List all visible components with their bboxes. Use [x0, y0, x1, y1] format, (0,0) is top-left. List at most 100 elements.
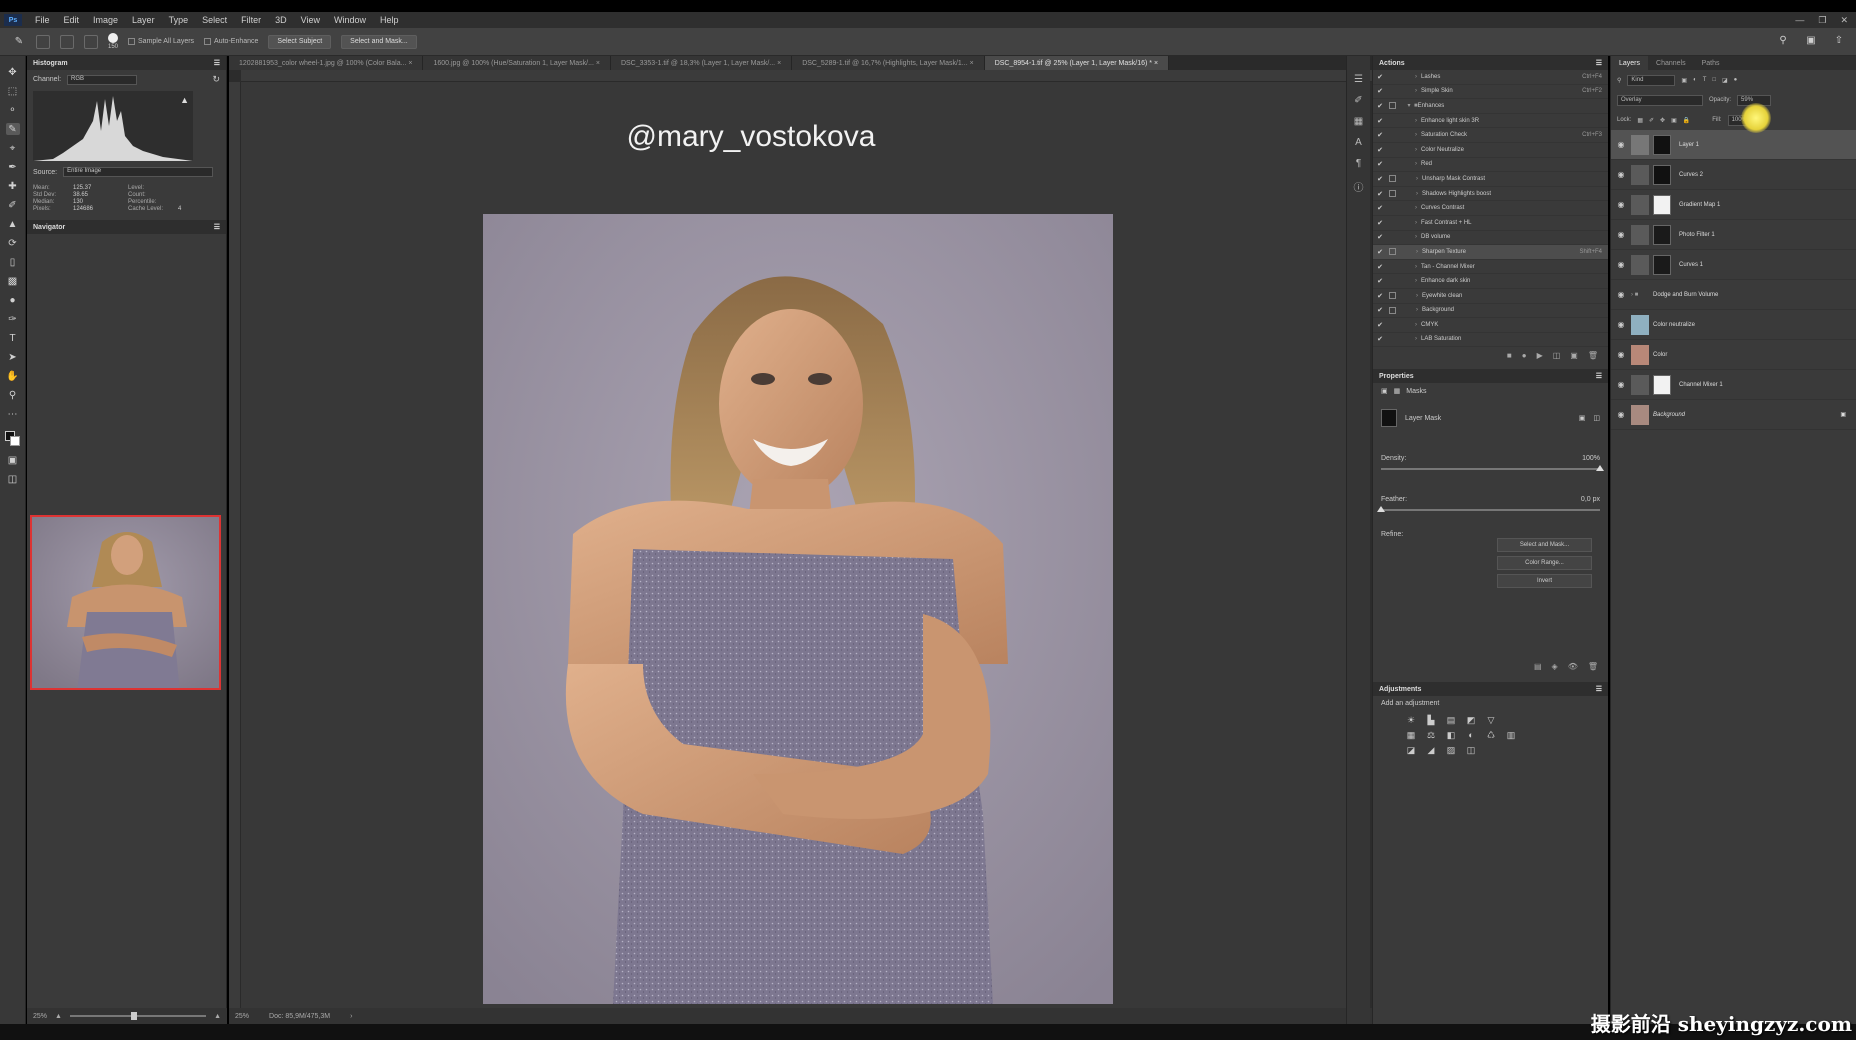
source-select[interactable]: Entire Image [63, 167, 214, 177]
layer-mask-thumbnail[interactable] [1653, 224, 1671, 245]
dialog-toggle-icon[interactable] [1389, 248, 1396, 256]
dialog-toggle-icon[interactable] [1387, 263, 1397, 271]
checkmark-icon[interactable]: ✔ [1373, 87, 1387, 95]
color-lookup-icon[interactable]: ▥ [1503, 730, 1519, 741]
navigator-title[interactable]: Navigator [33, 224, 65, 231]
action-item[interactable]: ✔ › Enhance light skin 3R [1373, 114, 1608, 129]
eyedropper-tool-icon[interactable]: ✒ [6, 161, 20, 173]
visibility-eye-icon[interactable]: ◉ [1611, 350, 1631, 359]
dialog-toggle-icon[interactable] [1389, 190, 1396, 198]
hue-saturation-icon[interactable]: ▦ [1403, 730, 1419, 741]
brush-tool-icon[interactable]: ✐ [6, 199, 20, 211]
subtract-selection-icon[interactable] [84, 34, 98, 49]
exposure-icon[interactable]: ◩ [1463, 715, 1479, 726]
zoom-in-icon[interactable]: ▲ [214, 1013, 221, 1020]
document-tab[interactable]: DSC_5289-1.tif @ 16,7% (Highlights, Laye… [792, 56, 985, 70]
action-item[interactable]: ✔ › Lashes Ctrl+F4 [1373, 70, 1608, 85]
paragraph-panel-icon[interactable]: ¶ [1356, 158, 1361, 169]
apply-mask-icon[interactable]: ▣ [1579, 414, 1586, 422]
histogram-title[interactable]: Histogram [33, 60, 68, 67]
slider-knob[interactable] [131, 1012, 138, 1020]
checkmark-icon[interactable]: ✔ [1373, 248, 1387, 256]
chevron-right-icon[interactable]: › [1411, 132, 1421, 138]
document-tab-active[interactable]: DSC_8954-1.tif @ 25% (Layer 1, Layer Mas… [984, 56, 1170, 70]
new-set-icon[interactable]: ◫ [1553, 351, 1561, 360]
visibility-eye-icon[interactable]: ◉ [1611, 290, 1631, 299]
action-item[interactable]: ✔ › Saturation Check Ctrl+F3 [1373, 128, 1608, 143]
canvas-pasteboard[interactable]: @mary_vostokova [241, 82, 1361, 1008]
pen-tool-icon[interactable]: ✑ [6, 313, 20, 325]
brush-picker[interactable]: 150 [108, 33, 118, 50]
select-subject-button[interactable]: Select Subject [268, 34, 332, 49]
select-and-mask-button[interactable]: Select and Mask... [1497, 538, 1592, 553]
checkmark-icon[interactable]: ✔ [1373, 102, 1387, 110]
filter-adjustment-icon[interactable]: ◐ [1693, 77, 1697, 83]
restore-icon[interactable]: ❐ [1818, 15, 1826, 26]
filter-shape-icon[interactable]: □ [1712, 77, 1716, 83]
vibrance-icon[interactable]: ▽ [1483, 715, 1499, 726]
tab-paths[interactable]: Paths [1694, 56, 1728, 70]
chevron-right-icon[interactable]: › [1411, 278, 1421, 284]
visibility-eye-icon[interactable]: ◉ [1611, 230, 1631, 239]
color-swatches[interactable] [4, 431, 21, 447]
adjustments-panel-icon[interactable]: ▦ [1354, 116, 1363, 127]
properties-title[interactable]: Properties [1379, 373, 1414, 380]
checkmark-icon[interactable]: ✔ [1373, 175, 1387, 183]
chevron-right-icon[interactable]: › [1411, 336, 1421, 342]
apply-mask-icon[interactable]: ◈ [1552, 662, 1558, 671]
visibility-icon[interactable]: 👁 [1568, 662, 1578, 671]
chevron-right-icon[interactable]: › [1411, 147, 1421, 153]
type-tool-icon[interactable]: T [6, 332, 20, 344]
history-brush-tool-icon[interactable]: ⟳ [6, 237, 20, 249]
load-selection-icon[interactable]: ▤ [1534, 662, 1542, 671]
channel-select[interactable]: RGB [67, 74, 138, 85]
trash-icon[interactable]: 🗑 [1588, 351, 1598, 360]
layer-row[interactable]: ◉ Background ▣ [1611, 400, 1856, 430]
layer-row[interactable]: ◉ Gradient Map 1 [1611, 190, 1856, 220]
action-item[interactable]: ✔ › Enhance dark skin [1373, 274, 1608, 289]
pixel-mask-icon[interactable]: ▣ [1381, 387, 1388, 395]
checkmark-icon[interactable]: ✔ [1373, 131, 1387, 139]
menu-select[interactable]: Select [195, 15, 234, 25]
dialog-toggle-icon[interactable] [1387, 87, 1397, 95]
channel-mixer-icon[interactable]: ♺ [1483, 730, 1499, 741]
dialog-toggle-icon[interactable] [1387, 204, 1397, 212]
share-icon[interactable]: ⇧ [1832, 34, 1846, 46]
dialog-toggle-icon[interactable] [1389, 175, 1396, 183]
chevron-right-icon[interactable]: › [1411, 74, 1421, 80]
layer-row[interactable]: ◉ Color neutralize [1611, 310, 1856, 340]
action-item[interactable]: ✔ › Curves Contrast [1373, 201, 1608, 216]
layer-row[interactable]: ◉ › ■ Dodge and Burn Volume [1611, 280, 1856, 310]
action-item[interactable]: ✔ › LAB Saturation [1373, 333, 1608, 348]
layer-thumbnail[interactable] [1631, 134, 1649, 155]
invert-adjustment-icon[interactable]: ◪ [1403, 745, 1419, 756]
chevron-right-icon[interactable]: › [1411, 322, 1421, 328]
brightness-contrast-icon[interactable]: ☀ [1403, 715, 1419, 726]
menu-image[interactable]: Image [86, 15, 125, 25]
tab-channels[interactable]: Channels [1648, 56, 1694, 70]
document-photo[interactable] [483, 214, 1113, 1004]
dialog-toggle-icon[interactable] [1387, 233, 1397, 241]
dialog-toggle-icon[interactable] [1387, 335, 1397, 343]
warning-icon[interactable]: ▲ [180, 95, 189, 105]
action-item[interactable]: ✔ › CMYK [1373, 318, 1608, 333]
visibility-eye-icon[interactable]: ◉ [1611, 410, 1631, 419]
layer-thumbnail[interactable] [1631, 224, 1649, 245]
lock-artboard-icon[interactable]: ▣ [1671, 117, 1677, 124]
more-tools-icon[interactable]: ⋯ [6, 408, 20, 420]
dialog-toggle-icon[interactable] [1387, 160, 1397, 168]
close-icon[interactable]: × [970, 60, 974, 67]
move-tool-icon[interactable]: ✥ [6, 66, 20, 78]
gradient-tool-icon[interactable]: ▩ [6, 275, 20, 287]
layer-row[interactable]: ◉ Layer 1 [1611, 130, 1856, 160]
layer-mask-thumbnail[interactable] [1653, 134, 1671, 155]
menu-help[interactable]: Help [373, 15, 406, 25]
visibility-eye-icon[interactable]: ◉ [1611, 140, 1631, 149]
play-icon[interactable]: ▶ [1537, 351, 1543, 360]
photo-filter-icon[interactable]: ◐ [1463, 730, 1479, 741]
slider-knob[interactable] [1596, 465, 1604, 472]
vector-mask-add-icon[interactable]: ◫ [1593, 414, 1600, 422]
chevron-right-icon[interactable]: › [1412, 293, 1422, 299]
dialog-toggle-icon[interactable] [1387, 117, 1397, 125]
checkmark-icon[interactable]: ✔ [1373, 292, 1387, 300]
